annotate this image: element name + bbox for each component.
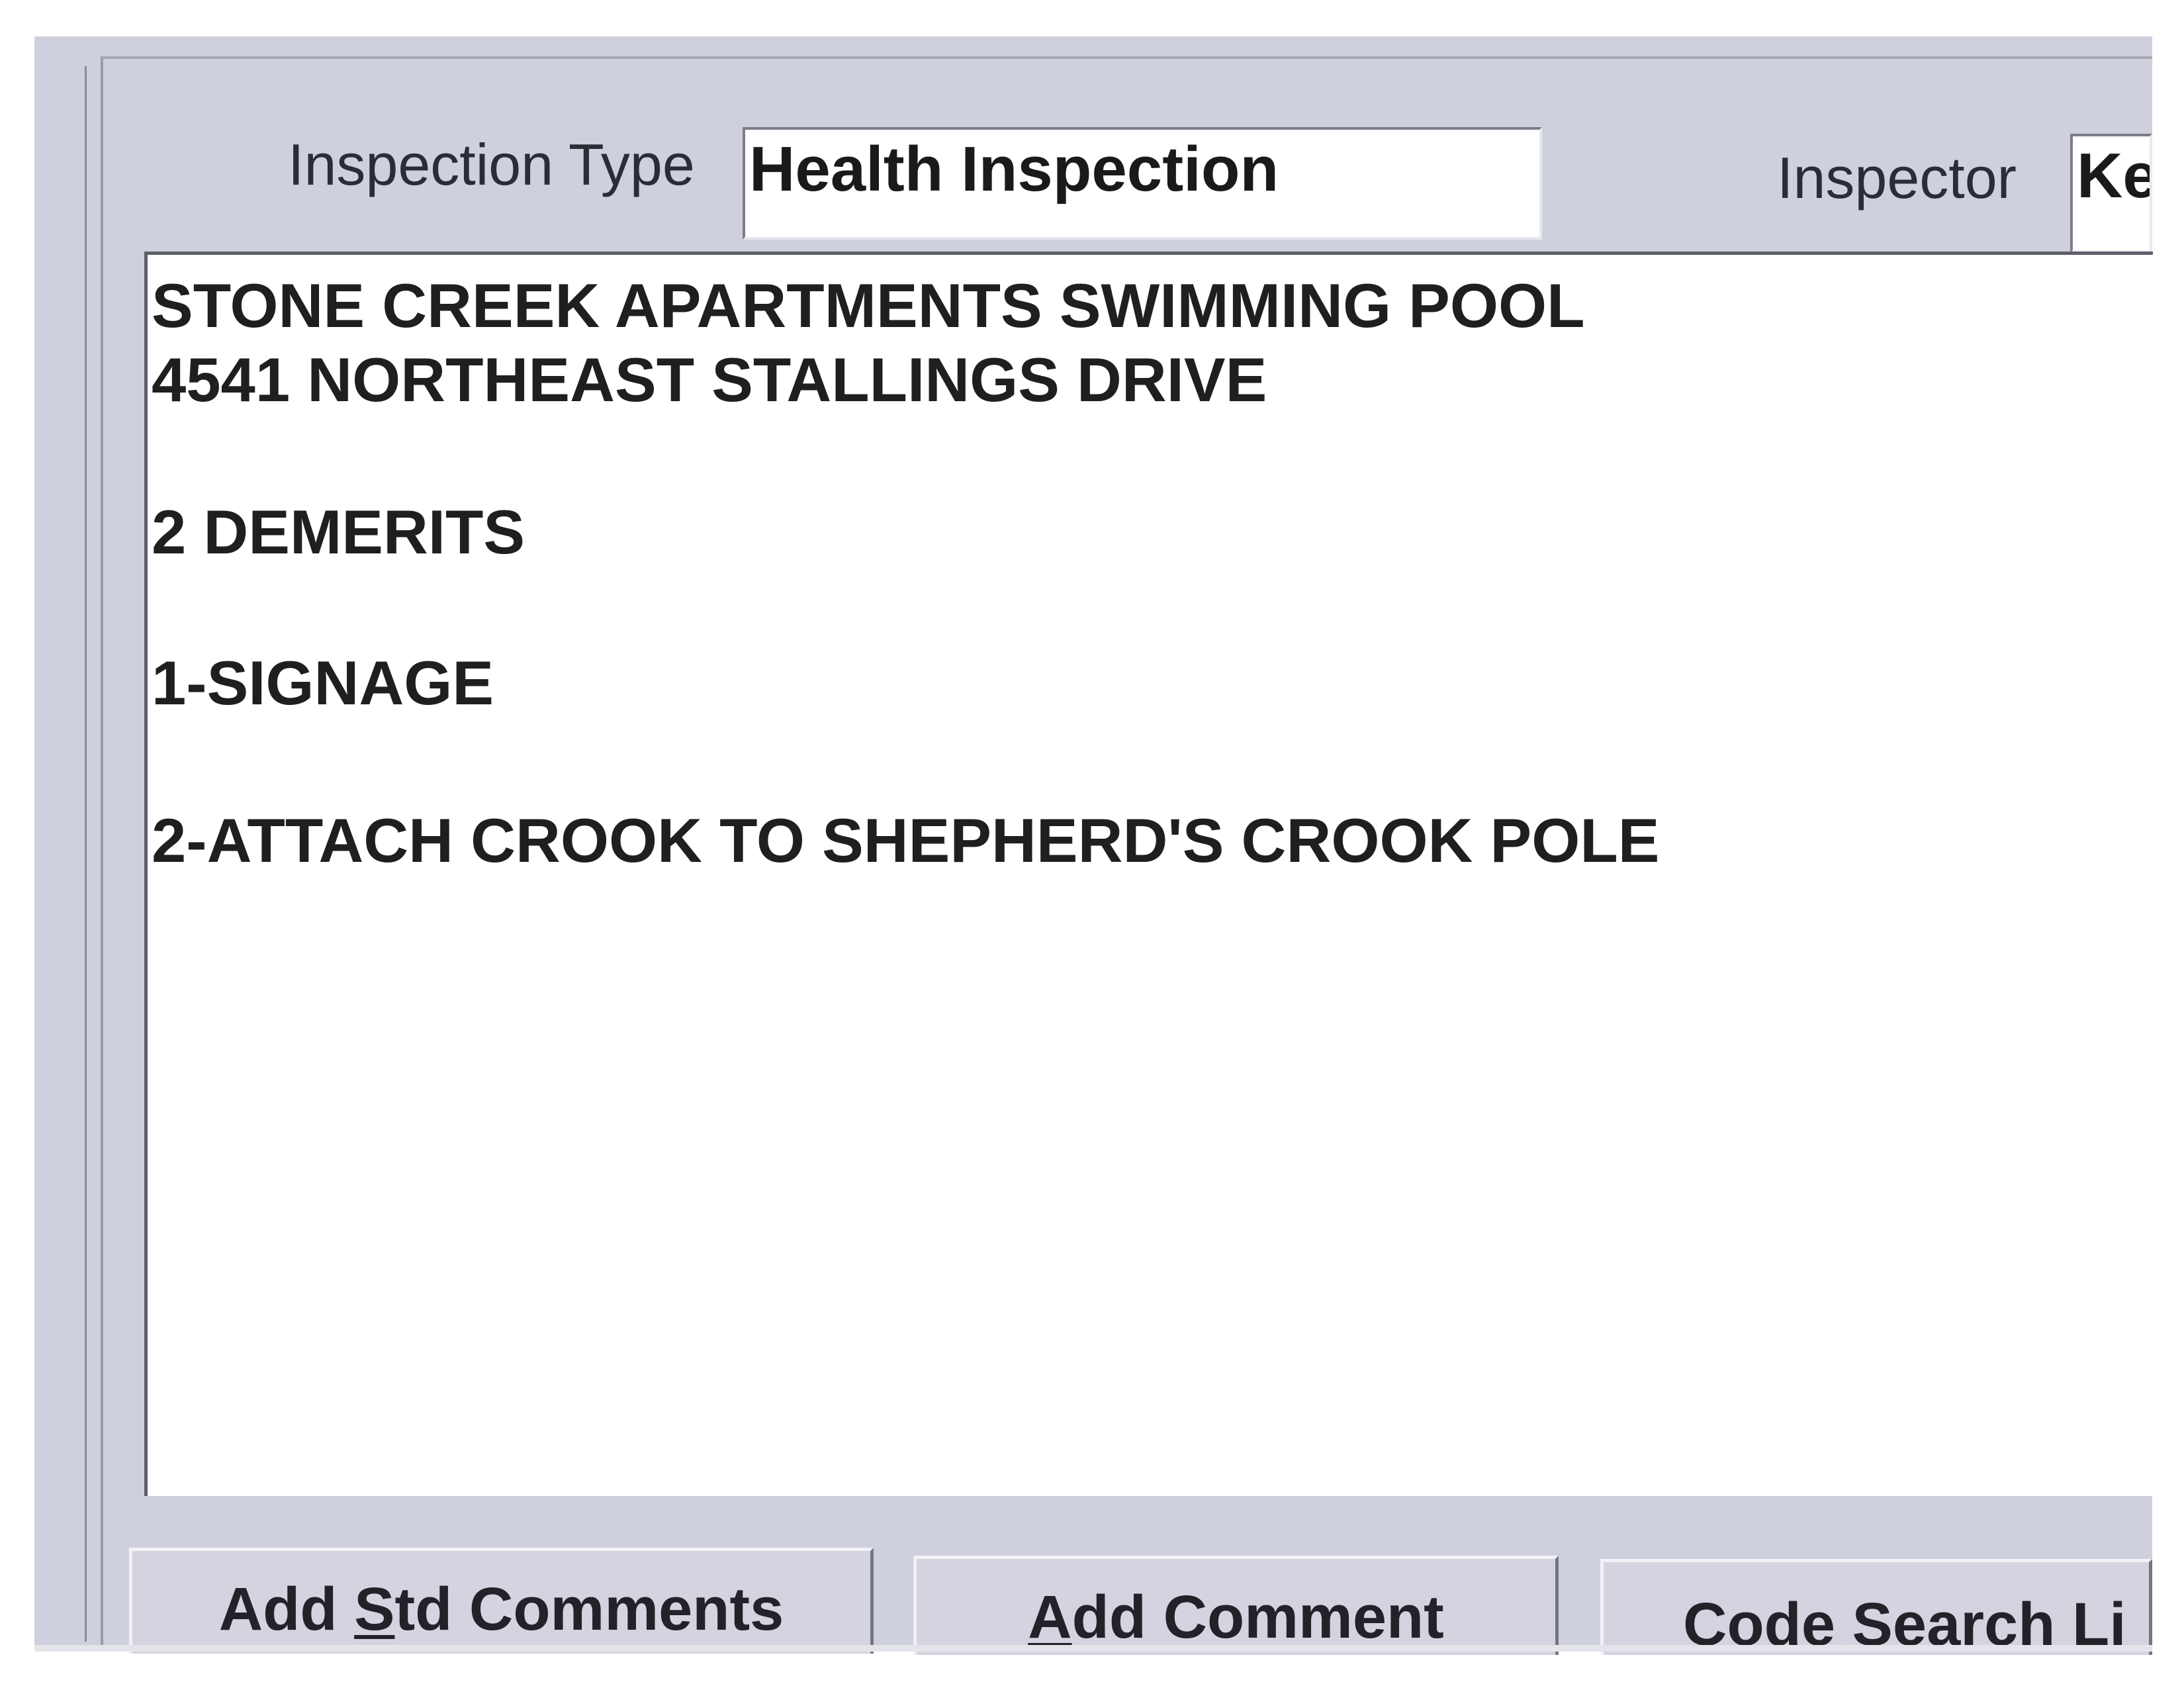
inspector-field[interactable]: Ke: [2070, 134, 2152, 253]
add-comment-button[interactable]: Add Comment: [913, 1556, 1559, 1655]
comment-line-address: 4541 NORTHEAST STALLINGS DRIVE: [152, 345, 1267, 414]
add-std-comments-mnemonic: S: [354, 1575, 395, 1643]
comment-line-facility: STONE CREEK APARTMENTS SWIMMING POOL: [152, 271, 1585, 340]
comment-line-demerits: 2 DEMERITS: [152, 497, 525, 567]
add-std-comments-label-suffix: td Comments: [394, 1575, 784, 1643]
inspector-label: Inspector: [1777, 145, 2017, 211]
inspection-comments-window: Inspection Type Health Inspection Inspec…: [0, 0, 2184, 1688]
add-comment-label-suffix: dd Comment: [1071, 1583, 1444, 1651]
add-std-comments-button[interactable]: Add Std Comments: [129, 1548, 874, 1654]
add-comment-mnemonic: A: [1028, 1583, 1072, 1651]
inspection-type-label: Inspection Type: [288, 132, 695, 197]
comment-line-item-1: 1-SIGNAGE: [152, 648, 494, 718]
inspection-type-value: Health Inspection: [749, 134, 1279, 205]
code-search-button[interactable]: Code Search Li: [1600, 1559, 2152, 1655]
inspector-value: Ke: [2077, 140, 2152, 211]
comments-textarea[interactable]: STONE CREEK APARTMENTS SWIMMING POOL 454…: [144, 252, 2153, 1496]
add-std-comments-label-prefix: Add: [218, 1575, 355, 1643]
window-bottom-edge: [34, 1645, 2152, 1652]
inspection-type-field[interactable]: Health Inspection: [743, 127, 1542, 240]
comment-line-item-2: 2-ATTACH CROOK TO SHEPHERD'S CROOK POLE: [152, 806, 1660, 875]
